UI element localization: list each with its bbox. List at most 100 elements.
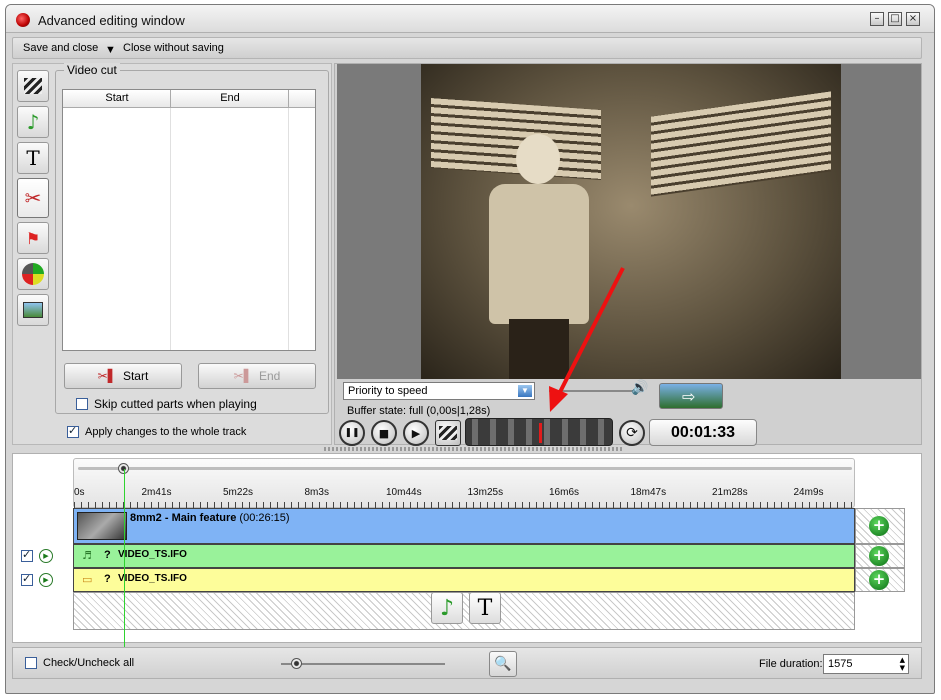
video-frame: [421, 64, 841, 379]
zoom-slider[interactable]: [281, 663, 445, 665]
scissors-marker-icon: ✂▌: [233, 369, 253, 383]
position-slider[interactable]: [78, 467, 852, 470]
file-duration-value: 1575: [828, 658, 853, 670]
check-all-checkbox[interactable]: [25, 657, 37, 669]
speaker-icon[interactable]: 🔊: [631, 380, 648, 396]
scissors-marker-icon: ✂▌: [97, 369, 117, 383]
file-duration-label: File duration:: [759, 658, 823, 670]
audio-track-name: VIDEO_TS.IFO: [118, 549, 187, 560]
video-cut-label: Video cut: [64, 63, 120, 77]
maximize-button[interactable]: □: [888, 12, 902, 26]
priority-dropdown[interactable]: Priority to speed ▼: [343, 382, 535, 400]
minimize-button[interactable]: –: [870, 12, 884, 26]
column-divider: [288, 90, 289, 108]
panel-splitter[interactable]: [324, 447, 624, 451]
snapshot-button[interactable]: [435, 420, 461, 446]
audio-play-icon[interactable]: ▶: [39, 549, 53, 563]
video-add-cell: +: [855, 508, 905, 544]
film-clapper-icon: [24, 78, 42, 94]
apply-whole-track-checkbox[interactable]: [67, 424, 79, 438]
tick-label: 21m28s: [712, 487, 748, 498]
jog-position-marker: [539, 423, 542, 443]
skip-cutted-row[interactable]: Skip cutted parts when playing: [76, 397, 257, 411]
zoom-fit-button[interactable]: 🔍: [489, 651, 517, 677]
skip-cutted-checkbox[interactable]: [76, 398, 88, 410]
timeline-panel: 0s 2m41s 5m22s 8m3s 10m44s 13m25s 16m6s 18m47s 2…: [12, 453, 922, 647]
video-tool-button[interactable]: [17, 70, 49, 102]
tick-label: 0s: [74, 487, 85, 498]
pause-icon: ❚❚: [344, 428, 360, 438]
app-icon: [16, 13, 30, 27]
cut-start-button[interactable]: ✂▌ Start: [64, 363, 182, 389]
subtitle-add-cell: +: [855, 568, 905, 592]
loop-button[interactable]: ⟳: [619, 420, 645, 446]
subtitle-track[interactable]: ▭ ? VIDEO_TS.IFO: [73, 568, 855, 592]
text-tool-button[interactable]: T: [17, 142, 49, 174]
end-column-header[interactable]: End: [171, 92, 289, 104]
status-bar: Check/Uncheck all 🔍 File duration: 1575 …: [12, 647, 922, 679]
save-and-close-menu[interactable]: Save and close: [23, 42, 98, 54]
audio-add-cell: +: [855, 544, 905, 568]
timeline-cursor[interactable]: [124, 469, 125, 647]
start-column-header[interactable]: Start: [63, 92, 171, 104]
skip-cutted-label: Skip cutted parts when playing: [94, 397, 257, 411]
add-audio-track-button[interactable]: +: [869, 546, 889, 566]
timecode-display: 00:01:33: [649, 419, 757, 446]
cut-tool-button[interactable]: ✂: [17, 178, 49, 218]
add-music-icon: ♪: [439, 595, 455, 621]
speedometer-icon: [22, 263, 44, 285]
stop-button[interactable]: ■: [371, 420, 397, 446]
swap-arrow-icon: ⇨: [682, 387, 696, 406]
play-button[interactable]: ▶: [403, 420, 429, 446]
scissors-icon: ✂: [24, 186, 42, 210]
pause-button[interactable]: ❚❚: [339, 420, 365, 446]
editing-panel: ♪ T ✂ ⚑ Video cut Start End ✂▌ Start ✂▌ …: [12, 63, 332, 445]
close-without-saving-menu[interactable]: Close without saving: [123, 42, 224, 54]
magnifier-icon: 🔍: [494, 656, 512, 672]
subtitle-play-icon[interactable]: ▶: [39, 573, 53, 587]
video-track[interactable]: 8mm2 - Main feature (00:26:15): [73, 508, 855, 544]
subtitle-icon: ▭: [82, 573, 93, 586]
tick-label: 8m3s: [304, 487, 329, 498]
child-figure: [489, 184, 589, 324]
add-text-button[interactable]: T: [469, 592, 501, 624]
video-track-name: 8mm2 - Main feature: [130, 512, 237, 524]
cut-list-table[interactable]: Start End: [62, 89, 316, 351]
music-note-icon: ♪: [26, 110, 40, 134]
column-divider: [288, 108, 289, 350]
zoom-slider-knob[interactable]: [291, 658, 302, 669]
add-text-icon: T: [477, 595, 493, 621]
add-subtitle-track-button[interactable]: +: [869, 570, 889, 590]
video-cut-group: Video cut Start End ✂▌ Start ✂▌ End Skip…: [55, 63, 329, 414]
chevron-down-icon[interactable]: ▼: [518, 385, 532, 397]
audio-track-checkbox[interactable]: [21, 548, 33, 562]
table-header: Start End: [63, 90, 315, 108]
chapter-tool-button[interactable]: ⚑: [17, 222, 49, 254]
add-video-button[interactable]: +: [869, 516, 889, 536]
dropdown-arrow-icon[interactable]: ▼: [105, 44, 116, 56]
buffer-state: Buffer state: full (0,00s|1,28s): [347, 405, 491, 417]
subtitle-track-name: VIDEO_TS.IFO: [118, 573, 187, 584]
spinner-arrows-icon[interactable]: ▲ ▼: [900, 656, 905, 672]
subtitle-track-checkbox[interactable]: [21, 572, 33, 586]
menu-bar: Save and close ▼ Close without saving: [12, 37, 922, 59]
timeline-ruler[interactable]: 0s 2m41s 5m22s 8m3s 10m44s 13m25s 16m6s 18m47s 2…: [73, 458, 855, 508]
apply-whole-track-row[interactable]: Apply changes to the whole track: [67, 424, 246, 438]
video-track-duration: (00:26:15): [236, 512, 290, 524]
swap-view-button[interactable]: ⇨: [659, 383, 723, 409]
audio-track[interactable]: ♬ ? VIDEO_TS.IFO: [73, 544, 855, 568]
video-preview: [337, 64, 921, 379]
audio-tool-button[interactable]: ♪: [17, 106, 49, 138]
picture-zoom-icon: [23, 302, 43, 318]
jog-wheel[interactable]: [465, 418, 613, 446]
add-audio-button[interactable]: ♪: [431, 592, 463, 624]
speed-tool-button[interactable]: [17, 258, 49, 290]
check-all-row[interactable]: Check/Uncheck all: [25, 657, 134, 669]
audio-row-controls: ▶: [21, 548, 53, 563]
cut-end-button[interactable]: ✂▌ End: [198, 363, 316, 389]
close-button[interactable]: ×: [906, 12, 920, 26]
volume-slider[interactable]: [549, 390, 637, 392]
check-all-label: Check/Uncheck all: [43, 657, 135, 669]
picture-tool-button[interactable]: [17, 294, 49, 326]
file-duration-input[interactable]: 1575 ▲ ▼: [823, 654, 909, 674]
